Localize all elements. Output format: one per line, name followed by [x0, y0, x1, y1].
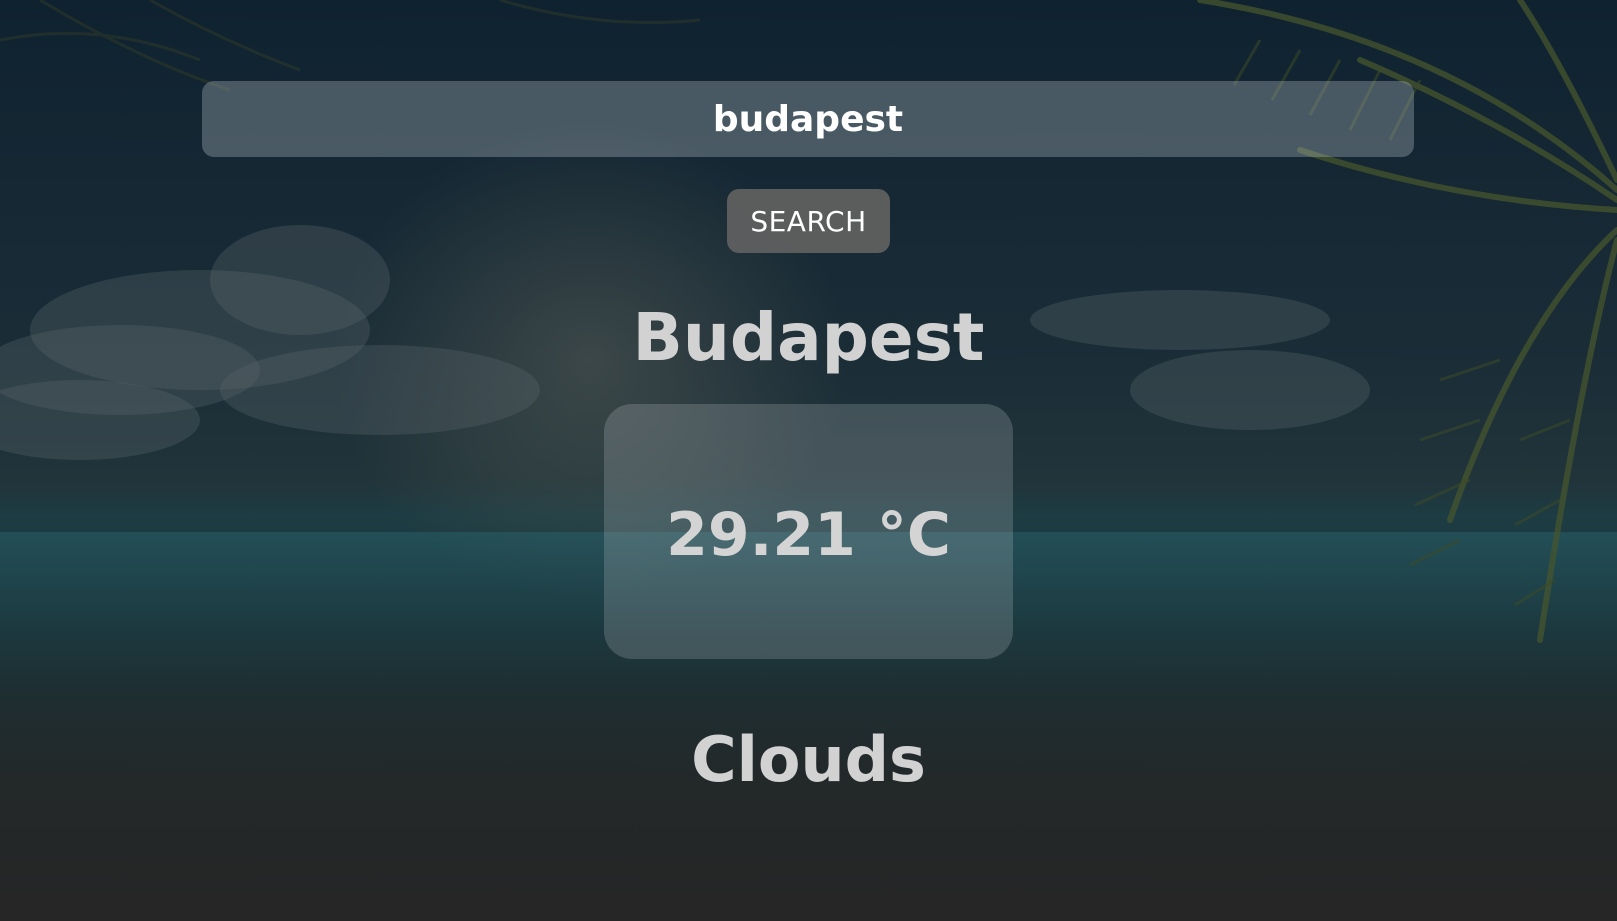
- temperature-card: 29.21 °C: [604, 404, 1013, 659]
- search-button[interactable]: SEARCH: [727, 189, 890, 253]
- search-input[interactable]: [202, 81, 1414, 157]
- city-name: Budapest: [632, 299, 985, 376]
- temperature-value: 29.21 °C: [666, 499, 951, 570]
- weather-condition: Clouds: [691, 723, 926, 796]
